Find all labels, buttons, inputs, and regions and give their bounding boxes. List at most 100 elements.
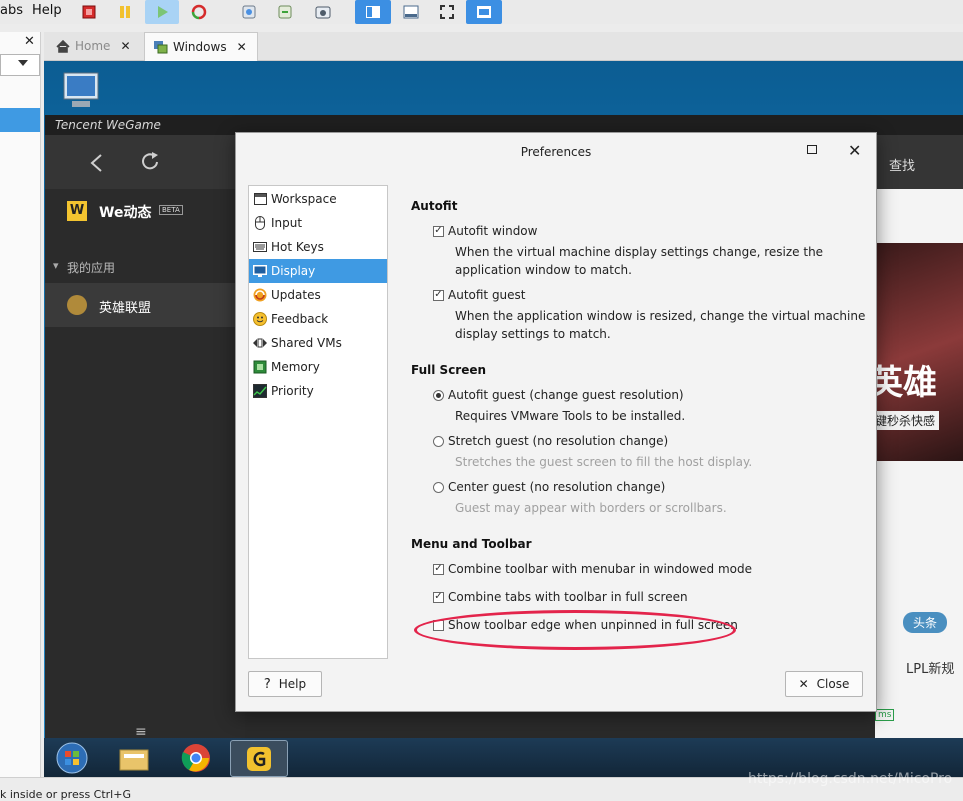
lol-banner-image[interactable]: 英雄 键秒杀快感 (869, 243, 963, 461)
combine-toolbar-checkbox[interactable]: ✓ Combine toolbar with menubar in window… (433, 562, 752, 576)
fullscreen-autofit-radio[interactable]: Autofit guest (change guest resolution) (433, 388, 684, 402)
nav-item-priority[interactable]: Priority (249, 379, 387, 403)
menu-help[interactable]: Help (32, 3, 62, 18)
highlight-ellipse (414, 610, 736, 650)
unity-button[interactable] (466, 0, 502, 24)
my-apps-label[interactable]: 我的应用 (67, 259, 115, 276)
library-item-selected[interactable] (0, 108, 40, 132)
sidebar-item-lol[interactable]: 英雄联盟 (45, 283, 245, 327)
tab-windows[interactable]: Windows ✕ (144, 32, 258, 61)
revert-snapshot-icon (278, 5, 292, 19)
close-button[interactable]: ✕ Close (785, 671, 863, 697)
nav-label: Display (271, 264, 316, 278)
fullscreen-stretch-radio[interactable]: Stretch guest (no resolution change) (433, 434, 668, 448)
dialog-title: Preferences (520, 145, 592, 159)
vm-icon (154, 41, 168, 54)
nav-item-feedback[interactable]: Feedback (249, 307, 387, 331)
checkbox-checked-icon[interactable]: ✓ (433, 591, 444, 603)
full-screen-icon (440, 5, 454, 19)
news-text[interactable]: LPL新规 (906, 658, 954, 677)
checkbox-label: Combine tabs with toolbar in full screen (448, 590, 688, 604)
nav-label: Updates (271, 288, 321, 302)
help-button[interactable]: ? Help (248, 671, 322, 697)
radio-icon[interactable] (433, 435, 444, 447)
fullscreen-center-radio[interactable]: Center guest (no resolution change) (433, 480, 665, 494)
nav-item-memory[interactable]: Memory (249, 355, 387, 379)
full-screen-button[interactable] (434, 0, 460, 24)
chevron-down-icon[interactable]: ▾ (53, 259, 59, 272)
menu-toolbar: abs Help (0, 0, 963, 24)
priority-icon (253, 384, 267, 398)
taskbar-wegame[interactable] (230, 740, 288, 777)
desc-line: When the application window is resized, … (455, 309, 866, 323)
checkbox-checked-icon[interactable]: ✓ (433, 563, 444, 575)
autofit-guest-checkbox[interactable]: ✓ Autofit guest (433, 288, 526, 302)
mouse-icon (253, 216, 267, 230)
nav-item-display[interactable]: Display (249, 259, 387, 283)
wegame-brand: Tencent WeGame (55, 118, 161, 132)
checkbox-checked-icon[interactable]: ✓ (433, 225, 444, 237)
desc-line: application window to match. (455, 263, 632, 277)
banner-text: 英雄 (869, 363, 937, 403)
dialog-close-icon[interactable]: ✕ (848, 141, 861, 160)
fullscreen-center-desc: Guest may appear with borders or scrollb… (455, 501, 727, 515)
taskbar-explorer[interactable] (114, 740, 154, 775)
library-close-icon[interactable]: ✕ (24, 34, 35, 49)
autofit-guest-desc: When the application window is resized, … (455, 307, 865, 343)
radio-label: Stretch guest (no resolution change) (448, 434, 669, 448)
computer-desktop-icon (63, 72, 99, 107)
beta-badge: BETA (159, 205, 183, 215)
thumbnail-bar-button[interactable] (398, 0, 424, 24)
snapshot-manager-button[interactable] (310, 0, 336, 24)
nav-item-shared-vms[interactable]: Shared VMs (249, 331, 387, 355)
nav-label: Hot Keys (271, 240, 324, 254)
snapshot-button[interactable] (236, 0, 262, 24)
power-on-button[interactable] (145, 0, 179, 24)
fullscreen-autofit-desc: Requires VMware Tools to be installed. (455, 409, 686, 423)
show-library-button[interactable] (355, 0, 391, 24)
refresh-icon (142, 152, 158, 170)
reset-icon (191, 4, 207, 20)
nav-item-input[interactable]: Input (249, 211, 387, 235)
fullscreen-stretch-desc: Stretches the guest screen to fill the h… (455, 455, 753, 469)
radio-icon[interactable] (433, 481, 444, 493)
autofit-guest-label: Autofit guest (448, 288, 526, 302)
chevron-down-icon[interactable] (18, 60, 28, 66)
tab-windows-close-icon[interactable]: ✕ (237, 40, 247, 54)
power-off-button[interactable] (76, 0, 102, 24)
nav-item-hot-keys[interactable]: Hot Keys (249, 235, 387, 259)
tab-home[interactable]: Home ✕ (48, 32, 142, 60)
question-icon: ? (263, 676, 271, 692)
reset-button[interactable] (186, 0, 212, 24)
wegame-icon (247, 746, 271, 771)
nav-item-updates[interactable]: Updates (249, 283, 387, 307)
tab-home-close-icon[interactable]: ✕ (120, 39, 130, 53)
back-arrow-icon (90, 154, 102, 172)
maximize-icon[interactable] (807, 145, 817, 154)
combine-tabs-checkbox[interactable]: ✓ Combine tabs with toolbar in full scre… (433, 590, 688, 604)
nav-label: Memory (271, 360, 320, 374)
chrome-icon (181, 743, 210, 772)
lol-icon (67, 295, 87, 315)
power-off-icon (82, 5, 96, 19)
library-panel: ✕ (0, 32, 41, 777)
checkbox-checked-icon[interactable]: ✓ (433, 289, 444, 301)
workspace-icon (253, 192, 267, 206)
news-tag[interactable]: 头条 (903, 612, 948, 633)
taskbar-chrome[interactable] (176, 740, 216, 775)
tab-home-label: Home (75, 39, 111, 53)
autofit-window-checkbox[interactable]: ✓ Autofit window (433, 224, 537, 238)
menu-tabs[interactable]: abs (0, 3, 23, 18)
nav-item-workspace[interactable]: Workspace (249, 187, 387, 211)
we-title[interactable]: We动态 (99, 202, 151, 222)
radio-label: Center guest (no resolution change) (448, 480, 666, 494)
radio-selected-icon[interactable] (433, 389, 444, 401)
revert-snapshot-button[interactable] (272, 0, 298, 24)
section-autofit: Autofit (411, 199, 458, 213)
checkbox-label: Combine toolbar with menubar in windowed… (448, 562, 753, 576)
start-button[interactable] (52, 740, 92, 775)
wegame-search-link[interactable]: 查找 (889, 155, 915, 174)
unity-icon (477, 6, 491, 18)
help-button-label: Help (278, 677, 307, 691)
suspend-button[interactable] (112, 0, 138, 24)
